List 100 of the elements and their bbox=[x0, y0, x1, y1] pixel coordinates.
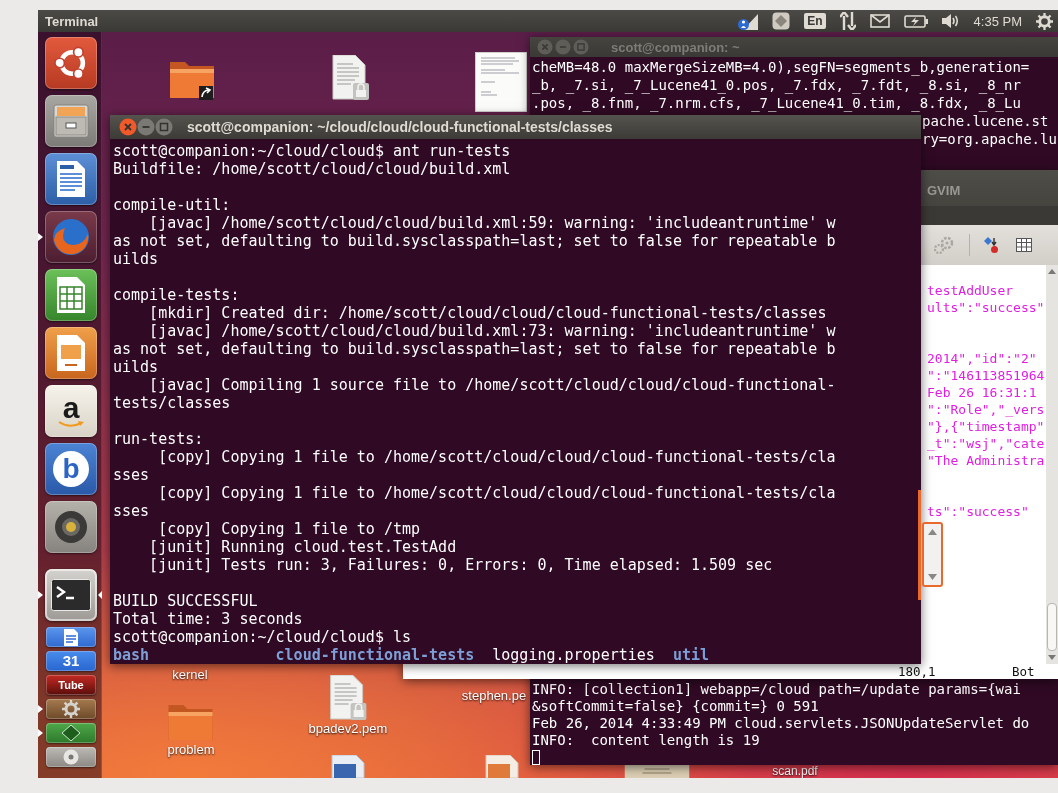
window-title: scott@companion: ~/cloud/cloud/cloud-functional-tests/classes bbox=[187, 119, 613, 135]
terminal-line: [copy] Copying 1 file to /home/scott/cloud/cloud/cloud-functional-tests/cla bbox=[157, 448, 836, 466]
code-line: ":"146113851964 bbox=[927, 367, 1045, 384]
terminal-line: [mkdir] Created dir: /home/scott/cloud/cloud/cloud-functional-tests/classes bbox=[148, 304, 827, 322]
terminal-line: as not set, defaulting to build.sysclasspath=last; set to false for repeatable b bbox=[113, 340, 836, 358]
gear-icon bbox=[62, 700, 80, 718]
code-line: "The Administra bbox=[927, 452, 1045, 469]
terminal-line: [copy] Copying 1 file to /tmp bbox=[157, 520, 421, 538]
code-line: ts":"success" bbox=[927, 503, 1029, 520]
globe-icon bbox=[52, 218, 90, 256]
launcher-item[interactable] bbox=[45, 501, 97, 553]
cursor-icon bbox=[532, 750, 540, 765]
directory-name: bash bbox=[113, 646, 150, 664]
terminal-line: .pos, _8.fnm, _7.nrm.cfs, _7_Lucene41_0.tim, _8.fdx, _8_Lu bbox=[532, 94, 1021, 112]
indicator-box-icon[interactable] bbox=[772, 12, 791, 30]
app-title: Terminal bbox=[45, 13, 99, 29]
terminal-line: pache.lucene.st bbox=[922, 112, 1049, 130]
terminal-line: sses bbox=[113, 466, 150, 484]
terminal-line: run-tests: bbox=[113, 430, 204, 448]
window-title: GVIM bbox=[927, 183, 961, 198]
code-line: ":"Role","_vers bbox=[927, 401, 1045, 418]
document-icon[interactable] bbox=[330, 755, 366, 778]
table-icon[interactable] bbox=[1016, 238, 1032, 252]
terminal-line: &softCommit=false} {commit=} 0 591 bbox=[532, 698, 819, 715]
battery-icon[interactable] bbox=[903, 14, 928, 28]
network-icon[interactable] bbox=[738, 12, 759, 30]
launcher-item[interactable] bbox=[45, 37, 97, 89]
code-line: 2014","id":"2" bbox=[927, 350, 1037, 367]
file-label: scan.pdf bbox=[772, 765, 818, 778]
terminal-line: [javac] /home/scott/cloud/cloud/build.xml:73: warning: 'includeantruntime' w bbox=[148, 322, 836, 340]
window-title: scott@companion: ~ bbox=[611, 39, 740, 55]
file-label: kernel bbox=[172, 667, 208, 683]
scrollbar-thumb[interactable] bbox=[1047, 603, 1057, 651]
file-name: logging.properties bbox=[492, 646, 655, 664]
terminal-line: ry=org.apache.lu bbox=[922, 130, 1057, 148]
launcher-item[interactable]: b bbox=[45, 443, 97, 495]
folder-icon[interactable] bbox=[168, 703, 214, 741]
launcher-item[interactable]: a bbox=[45, 385, 97, 437]
scroll-position: Bot bbox=[1012, 664, 1035, 679]
diamond-icon bbox=[62, 725, 80, 741]
clock[interactable]: 4:35 PM bbox=[973, 13, 1022, 29]
code-line: ults":"success" bbox=[927, 299, 1045, 316]
text-document-icon bbox=[57, 161, 85, 197]
terminal-line: as not set, defaulting to build.sysclasspath=last; set to false for repeatable b bbox=[113, 232, 836, 250]
code-line: _t":"wsj","cate bbox=[927, 435, 1045, 452]
terminal-line: Total time: 3 seconds bbox=[113, 610, 303, 628]
terminal-line: [junit] Running cloud.test.TestAdd bbox=[148, 538, 457, 556]
scroll-thumb[interactable] bbox=[922, 522, 943, 587]
terminal-line: cheMB=48.0 maxMergeSizeMB=4.0),segFN=segments_b,generation= bbox=[532, 58, 1030, 76]
directory-name: cloud-functional-tests bbox=[275, 646, 475, 664]
settings-icon[interactable] bbox=[1036, 12, 1053, 30]
down-arrow-icon[interactable] bbox=[928, 574, 937, 580]
ring-logo-icon bbox=[54, 46, 88, 80]
launcher-item[interactable]: Tube bbox=[46, 675, 96, 695]
locked-file-icon[interactable] bbox=[331, 55, 369, 100]
terminal-line: sses bbox=[113, 502, 150, 520]
presentation-file-icon[interactable] bbox=[484, 755, 520, 778]
code-line: testAddUser bbox=[927, 282, 1014, 299]
terminal-line: Feb 26, 2014 4:33:49 PM cloud.servlets.JSONUpdateServlet do bbox=[532, 715, 1030, 732]
image-thumbnail-icon[interactable] bbox=[624, 765, 690, 778]
document-lines-icon bbox=[64, 628, 78, 646]
terminal-line: INFO: [collection1] webapp=/cloud path=/update params={wai bbox=[532, 681, 1021, 698]
terminal-line: Buildfile: /home/scott/cloud/cloud/build.xml bbox=[113, 160, 511, 178]
terminal-line: compile-tests: bbox=[113, 286, 240, 304]
presentation-icon bbox=[57, 335, 85, 371]
terminal-line: BUILD SUCCESSFUL bbox=[113, 592, 258, 610]
terminal-line: INFO: content length is 19 bbox=[532, 732, 760, 749]
cursor-position: 180,1 bbox=[898, 664, 936, 679]
file-label: stephen.pe bbox=[461, 688, 527, 704]
transfer-arrows-icon[interactable] bbox=[839, 12, 856, 30]
up-arrow-icon[interactable] bbox=[928, 529, 937, 535]
terminal-prompt-icon bbox=[51, 579, 91, 611]
text-area[interactable]: testAddUser ults":"success" 2014","id":"2" ":"146113851964 Feb 26 16:31:1 ":"Role","_vers "},{"timestamp" _t":"wsj","cate "The Administra ts":"success" bbox=[921, 265, 1058, 664]
file-label: problem bbox=[167, 742, 215, 758]
terminal-line: [junit] Tests run: 3, Failures: 0, Errors: 0, Time elapsed: 1.509 sec bbox=[148, 556, 773, 574]
launcher-item[interactable] bbox=[45, 569, 97, 621]
mail-icon[interactable] bbox=[869, 14, 890, 28]
launcher-item[interactable]: 31 bbox=[46, 651, 96, 671]
terminal-line: [javac] Compiling 1 source file to /home/scott/cloud/cloud/cloud-functional- bbox=[148, 376, 836, 394]
launcher-item[interactable] bbox=[45, 153, 97, 205]
volume-icon[interactable] bbox=[941, 13, 960, 29]
smile-arrow-icon bbox=[58, 420, 84, 428]
speaker-icon bbox=[54, 510, 88, 544]
disc-icon bbox=[63, 749, 79, 765]
keyboard-layout[interactable]: En bbox=[804, 13, 826, 29]
terminal-line: [copy] Copying 1 file to /home/scott/cloud/cloud/cloud-functional-tests/cla bbox=[157, 484, 836, 502]
scrollbar[interactable] bbox=[1046, 265, 1058, 664]
code-line: Feb 26 16:31:1 bbox=[927, 384, 1037, 401]
spreadsheet-icon bbox=[57, 277, 85, 313]
file-label: bpadev2.pem bbox=[308, 721, 388, 737]
terminal-line: [javac] /home/scott/cloud/cloud/build.xml:59: warning: 'includeantruntime' w bbox=[148, 214, 836, 232]
minimize-button[interactable] bbox=[137, 118, 155, 136]
close-button[interactable] bbox=[119, 118, 137, 136]
directory-name: util bbox=[672, 646, 709, 664]
document-preview-icon[interactable] bbox=[475, 52, 527, 112]
maximize-button[interactable] bbox=[155, 118, 173, 136]
down-arrow-icon[interactable] bbox=[1048, 655, 1056, 660]
terminal-line: uilds bbox=[113, 358, 159, 376]
up-arrow-icon[interactable] bbox=[1048, 269, 1056, 274]
diamond-arrow-icon[interactable] bbox=[983, 236, 999, 254]
